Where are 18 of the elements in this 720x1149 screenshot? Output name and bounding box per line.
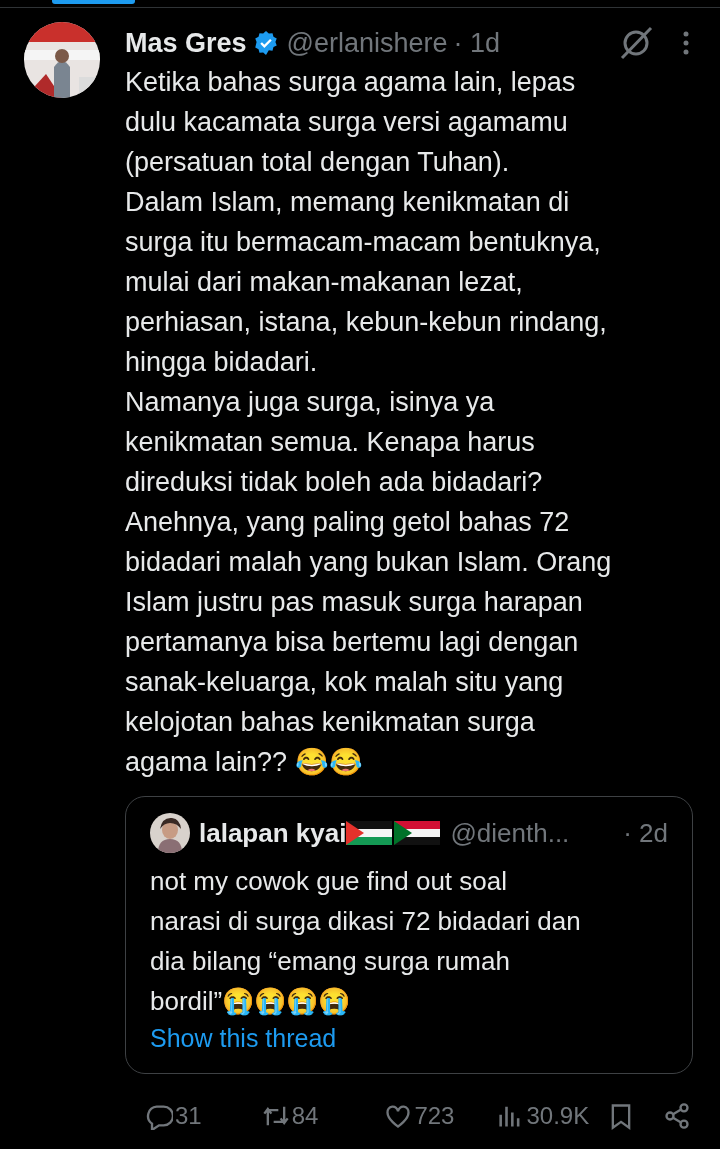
quoted-post-text: not my cowok gue find out soal narasi di surga dikasi 72 bidadari dan dia bilang “emang surga rumah bordil”😭😭😭😭: [150, 865, 582, 1018]
post-time[interactable]: · 1d: [453, 27, 501, 59]
quoted-user-handle: @dienth...: [450, 817, 570, 849]
like-count: 723: [414, 1102, 455, 1130]
share-icon[interactable]: [663, 1102, 692, 1130]
quoted-author-name: lalapan kyai: [199, 817, 347, 849]
quoted-post-card[interactable]: lalapan kyai @dienth... · 2d not my cowok gue find out soal narasi di surga dikasi 72 bidadari dan dia bilang “emang surga rumah bordil”😭😭😭😭 Show this thread: [125, 796, 693, 1074]
views-count: 30.9K: [526, 1102, 590, 1130]
reply-count: 31: [175, 1102, 202, 1130]
slashed-circle-icon[interactable]: [618, 25, 654, 61]
show-thread-link[interactable]: Show this thread: [150, 1021, 337, 1055]
repost-count: 84: [291, 1102, 319, 1130]
author-name[interactable]: Mas Gres: [125, 27, 247, 59]
more-icon[interactable]: [682, 30, 690, 56]
post-text: Ketika bahas surga agama lain, lepas dulu kacamata surga versi agamamu (persatuan total dengan Tuhan). Dalam Islam, memang kenikmatan di surga itu bermacam-macam bentuknya, mulai dari makan-makanan lezat, perhiasan, istana, kebun-kebun rindang, hingga bidadari. Namanya juga surga, isinya ya kenikmatan semua. Kenapa harus direduksi tidak boleh ada bidadari? Anehnya, yang paling getol bahas 72 bidadari malah yang bukan Islam. Orang Islam justru pas masuk surga harapan pertamanya bisa bertemu lagi dengan sanak-keluarga, kok malah situ yang kelojotan bahas kenikmatan surga agama lain?? 😂😂: [125, 66, 613, 779]
heart-icon[interactable]: [384, 1102, 413, 1130]
user-handle[interactable]: @erlanishere: [286, 27, 448, 59]
quoted-post-time: · 2d: [623, 817, 668, 849]
